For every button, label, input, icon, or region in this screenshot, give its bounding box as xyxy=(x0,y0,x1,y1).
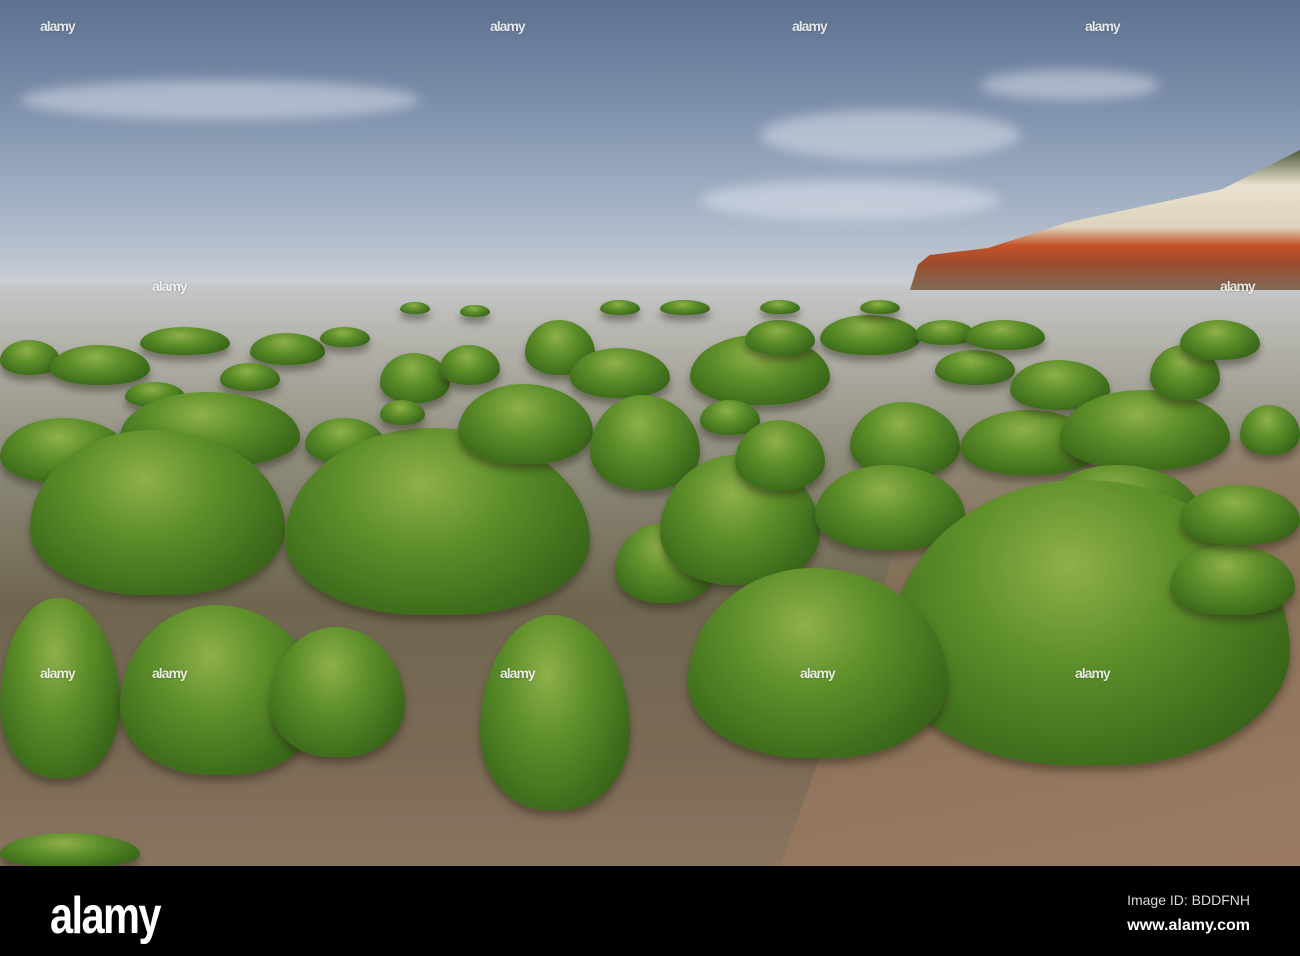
watermark: alamy xyxy=(490,18,526,34)
footer-bar: alamy Image ID: BDDFNH www.alamy.com xyxy=(0,866,1300,956)
boulder xyxy=(935,350,1015,385)
boulder xyxy=(600,300,640,315)
alamy-logo: alamy xyxy=(50,887,162,945)
cloud xyxy=(700,180,1000,220)
watermark: alamy xyxy=(40,18,76,34)
boulder xyxy=(760,300,800,314)
striped-cliff xyxy=(910,150,1300,290)
boulder xyxy=(965,320,1045,350)
image-id: Image ID: BDDFNH xyxy=(1127,892,1250,908)
boulder xyxy=(380,400,425,425)
site-url: www.alamy.com xyxy=(1127,917,1250,934)
watermark: alamy xyxy=(1075,665,1111,681)
watermark: alamy xyxy=(1085,18,1121,34)
cloud xyxy=(980,70,1160,100)
watermark: alamy xyxy=(800,665,836,681)
boulder xyxy=(860,300,900,314)
boulder xyxy=(250,333,325,365)
boulder xyxy=(220,363,280,391)
cloud xyxy=(20,80,420,120)
boulder xyxy=(745,320,815,355)
boulder xyxy=(660,300,710,315)
watermark: alamy xyxy=(152,665,188,681)
watermark: alamy xyxy=(152,278,188,294)
boulder xyxy=(460,305,490,317)
boulder xyxy=(400,302,430,314)
watermark: alamy xyxy=(792,18,828,34)
watermark: alamy xyxy=(500,665,536,681)
beach-photo: alamy alamy alamy alamy alamy alamy alamy alamy… xyxy=(0,0,1300,866)
cloud xyxy=(760,110,1020,160)
watermark: alamy xyxy=(1220,278,1256,294)
boulder xyxy=(140,327,230,355)
watermark: alamy xyxy=(40,665,76,681)
boulder xyxy=(320,327,370,347)
